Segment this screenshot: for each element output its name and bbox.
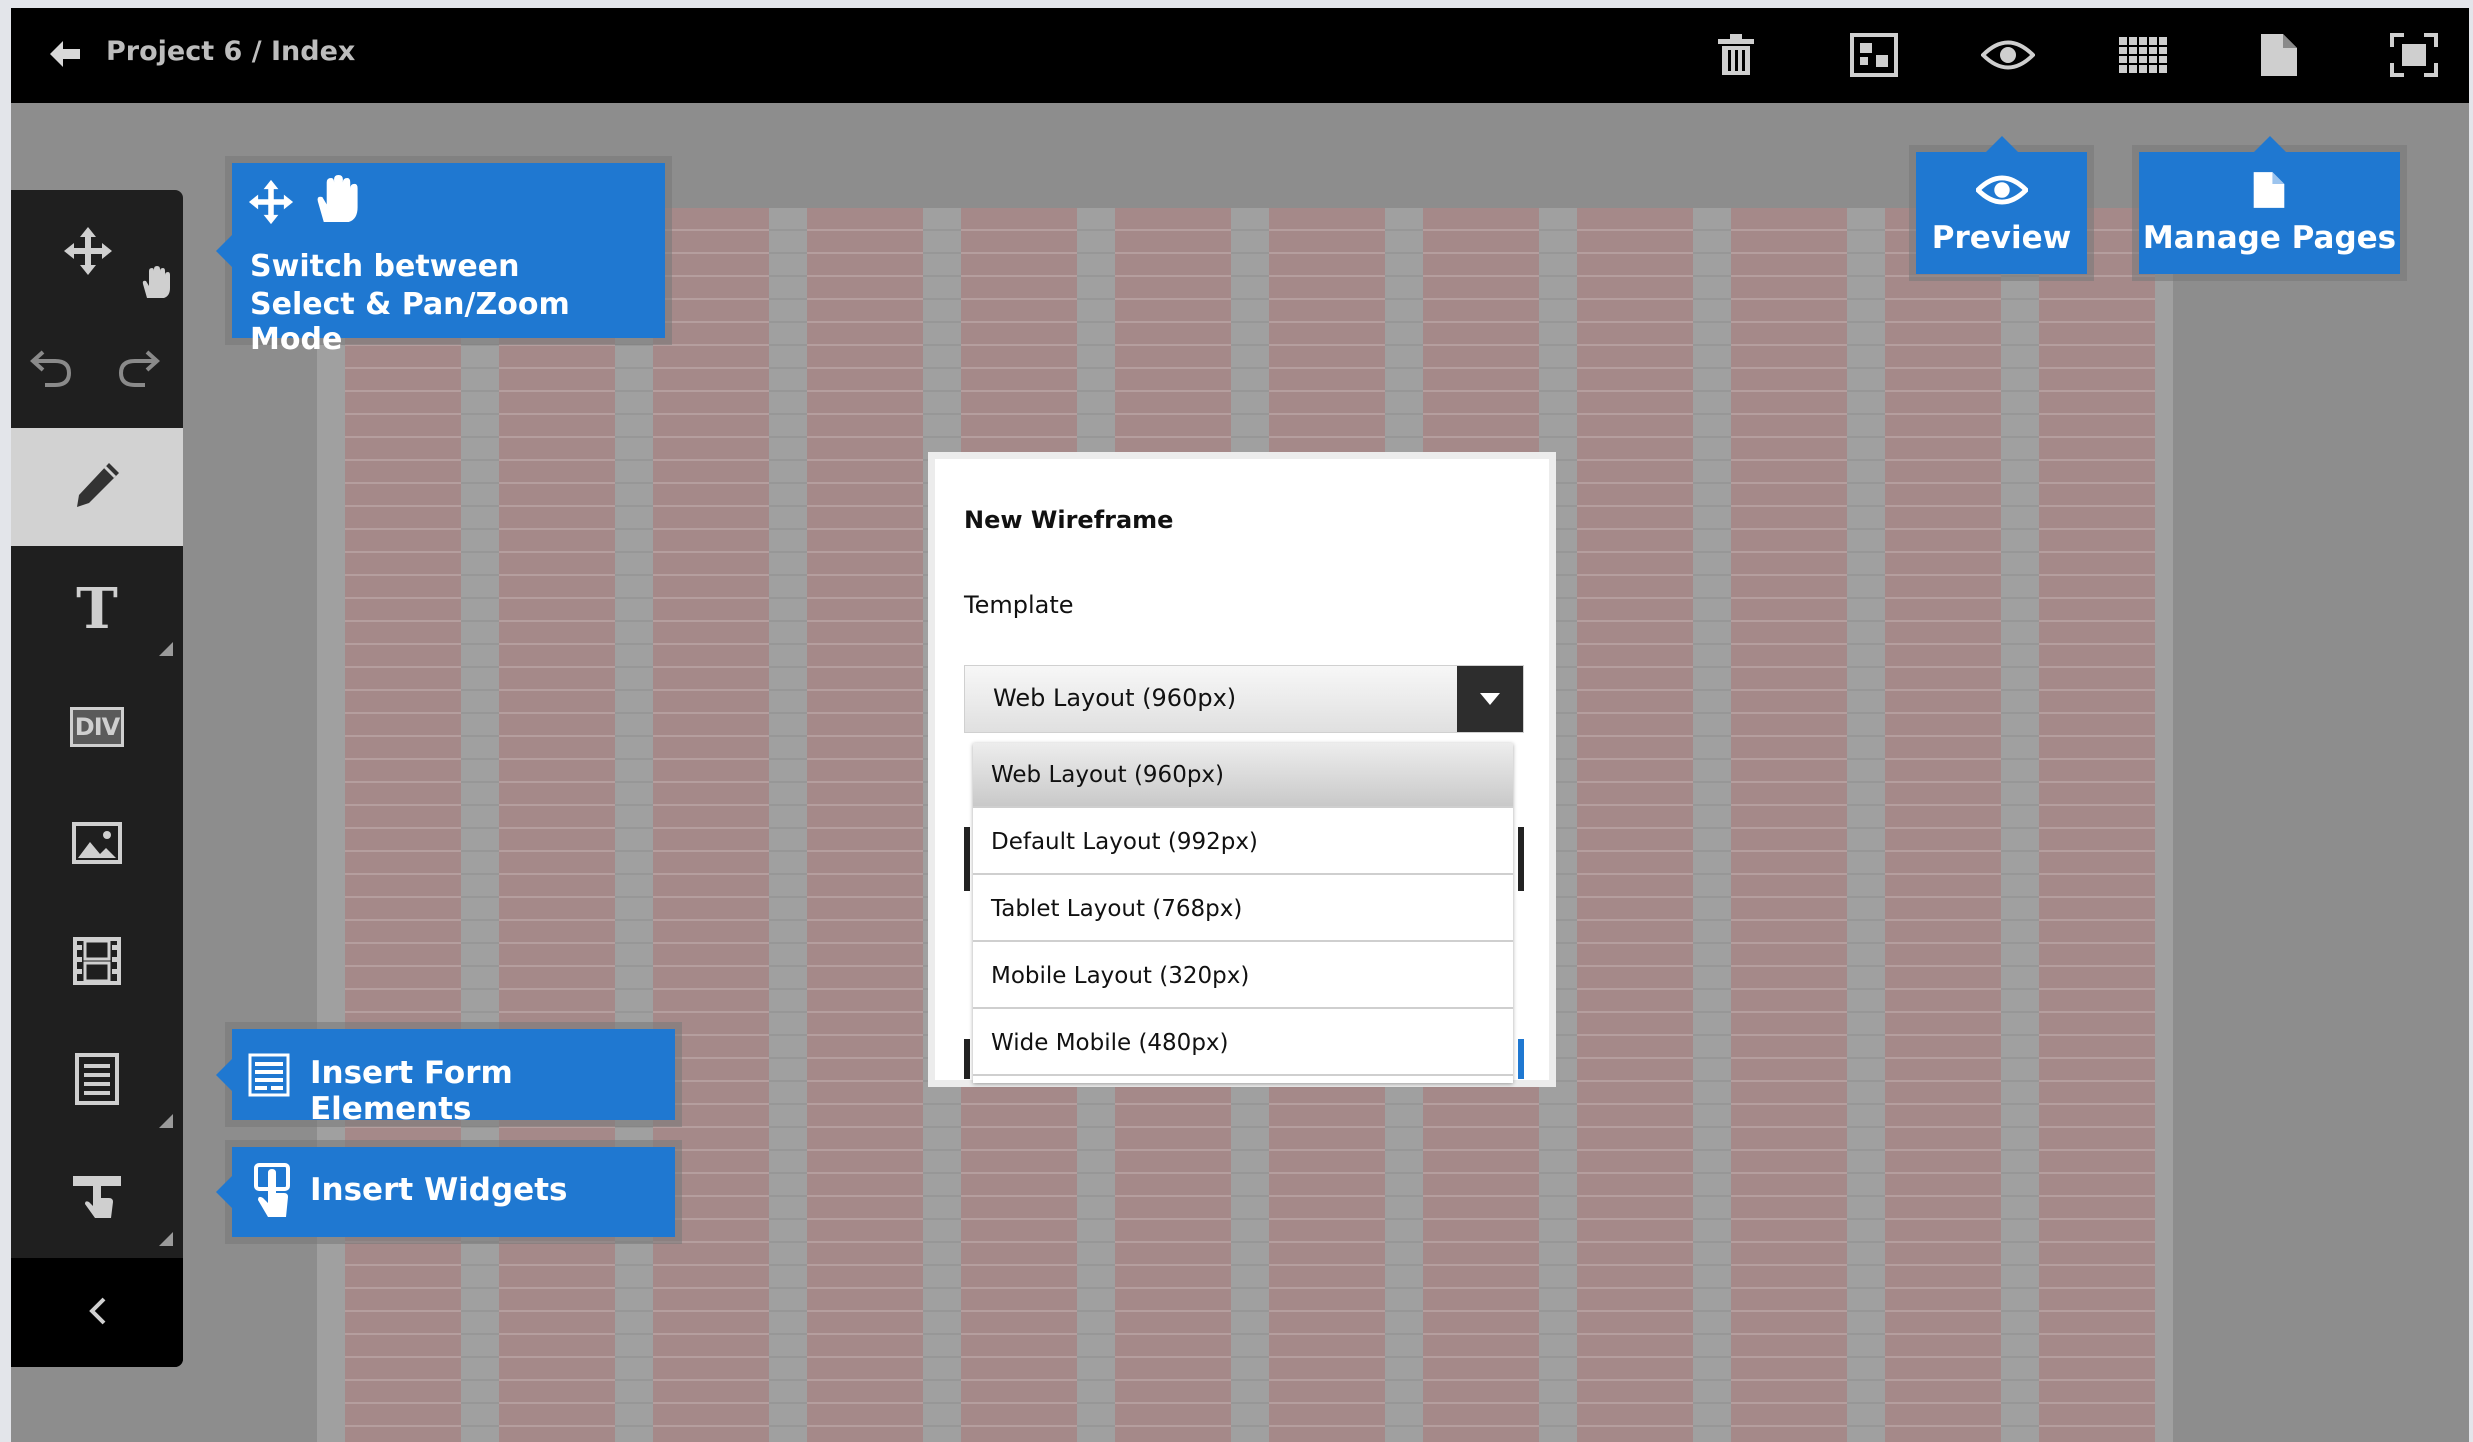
grid-column: [1577, 208, 1693, 1442]
div-icon: DIV: [69, 707, 125, 747]
dropdown-option-mobile-layout[interactable]: Mobile Layout (320px): [973, 944, 1513, 1009]
form-tool[interactable]: [11, 1022, 183, 1140]
fullscreen-icon: [2390, 33, 2438, 81]
page-icon: [2259, 32, 2299, 82]
template-label: Template: [964, 591, 1074, 619]
callout-insert-widgets: Insert Widgets: [216, 1147, 675, 1237]
collapse-chevron-icon: [86, 1296, 108, 1330]
video-icon: [73, 937, 121, 989]
undo-icon[interactable]: [29, 348, 73, 392]
submenu-indicator: [159, 642, 173, 656]
widget-icon: [71, 1172, 123, 1226]
trash-icon: [1716, 33, 1756, 81]
eye-icon: [1974, 172, 2030, 212]
callout-manage-pages: Manage Pages: [2139, 136, 2400, 274]
form-icon: [75, 1053, 119, 1109]
div-tool[interactable]: DIV: [11, 668, 183, 786]
template-select[interactable]: Web Layout (960px): [964, 665, 1524, 733]
grid-toggle-button[interactable]: [2112, 26, 2174, 88]
app-window: Project 6 / Index T DIV Switch between S…: [11, 8, 2469, 1442]
callout-switch-mode: Switch between Select & Pan/Zoom Mode: [216, 163, 665, 357]
dropdown-option-wide-mobile[interactable]: Wide Mobile (480px): [973, 1011, 1513, 1076]
eye-icon: [1980, 38, 2036, 76]
template-select-value: Web Layout (960px): [993, 684, 1237, 712]
callout-text-line1: Switch between: [250, 249, 520, 284]
callout-insert-form: Insert Form Elements: [216, 1029, 675, 1127]
grid-column: [807, 208, 923, 1442]
grid-column: [1731, 208, 1847, 1442]
back-button[interactable]: [39, 30, 91, 82]
hidden-field-edge: [1518, 827, 1524, 891]
callout-pointer: [1985, 136, 2018, 152]
grid-column: [653, 208, 769, 1442]
callout-pointer: [216, 1176, 232, 1208]
text-icon: T: [76, 576, 118, 642]
collapse-toolbar-button[interactable]: [11, 1258, 183, 1367]
grid-gutter: [461, 208, 499, 1442]
select-pan-toggle[interactable]: [11, 190, 183, 312]
fullscreen-button[interactable]: [2383, 26, 2445, 88]
hidden-button-edge: [1518, 1039, 1524, 1079]
callout-pointer: [216, 1058, 232, 1091]
callout-text-line2: Select & Pan/Zoom Mode: [250, 287, 570, 357]
top-toolbar: Project 6 / Index: [11, 8, 2469, 103]
breadcrumb: Project 6 / Index: [106, 36, 356, 67]
grid-gutter: [1847, 208, 1885, 1442]
grid-gutter: [769, 208, 807, 1442]
grid-icon: [2117, 35, 2169, 79]
redo-icon[interactable]: [117, 348, 161, 392]
layout-button[interactable]: [1843, 26, 1905, 88]
dropdown-option-web-layout[interactable]: Web Layout (960px): [973, 743, 1513, 808]
history-controls: [11, 312, 183, 424]
hand-icon: [312, 175, 362, 229]
hidden-field-edge: [964, 827, 970, 891]
callout-pointer: [2253, 136, 2286, 152]
submenu-indicator: [159, 1114, 173, 1128]
pencil-icon: [71, 459, 123, 515]
video-tool[interactable]: [11, 904, 183, 1022]
grid-column: [499, 208, 615, 1442]
grid-column: [345, 208, 461, 1442]
grid-column: [2039, 208, 2155, 1442]
draw-tool[interactable]: [11, 428, 183, 546]
grid-column: [1885, 208, 2001, 1442]
preview-button[interactable]: [1977, 26, 2039, 88]
dropdown-toggle-button[interactable]: [1457, 666, 1523, 732]
delete-button[interactable]: [1705, 26, 1767, 88]
submenu-indicator: [159, 1232, 173, 1246]
new-wireframe-dialog: New Wireframe Template Web Layout (960px…: [928, 452, 1556, 1087]
manage-pages-button[interactable]: [2248, 26, 2310, 88]
text-tool[interactable]: T: [11, 550, 183, 668]
callout-text: Manage Pages: [2142, 220, 2397, 256]
page-icon: [2252, 170, 2286, 214]
back-arrow-icon: [48, 39, 82, 73]
chevron-down-icon: [1480, 690, 1500, 709]
callout-text: Insert Form Elements: [310, 1055, 513, 1127]
image-tool[interactable]: [11, 786, 183, 904]
move-icon: [248, 179, 294, 229]
template-dropdown-list: Web Layout (960px) Default Layout (992px…: [973, 743, 1513, 1083]
callout-text: Insert Widgets: [310, 1172, 568, 1208]
move-icon: [63, 226, 113, 280]
callout-preview: Preview: [1916, 136, 2087, 274]
hidden-button-edge: [964, 1039, 970, 1079]
grid-gutter: [615, 208, 653, 1442]
dropdown-option-tablet-layout[interactable]: Tablet Layout (768px): [973, 877, 1513, 942]
grid-gutter: [1693, 208, 1731, 1442]
widget-icon: [252, 1163, 292, 1225]
widget-tool[interactable]: [11, 1140, 183, 1258]
dropdown-option-default-layout[interactable]: Default Layout (992px): [973, 810, 1513, 875]
image-icon: [72, 822, 122, 868]
callout-text: Preview: [1931, 220, 2072, 256]
callout-pointer: [216, 234, 232, 267]
grid-gutter: [2001, 208, 2039, 1442]
form-icon: [248, 1053, 290, 1101]
layout-icon: [1850, 33, 1898, 81]
dialog-title: New Wireframe: [964, 506, 1174, 534]
hand-icon: [139, 266, 173, 304]
left-toolbar: T DIV: [11, 190, 183, 1367]
